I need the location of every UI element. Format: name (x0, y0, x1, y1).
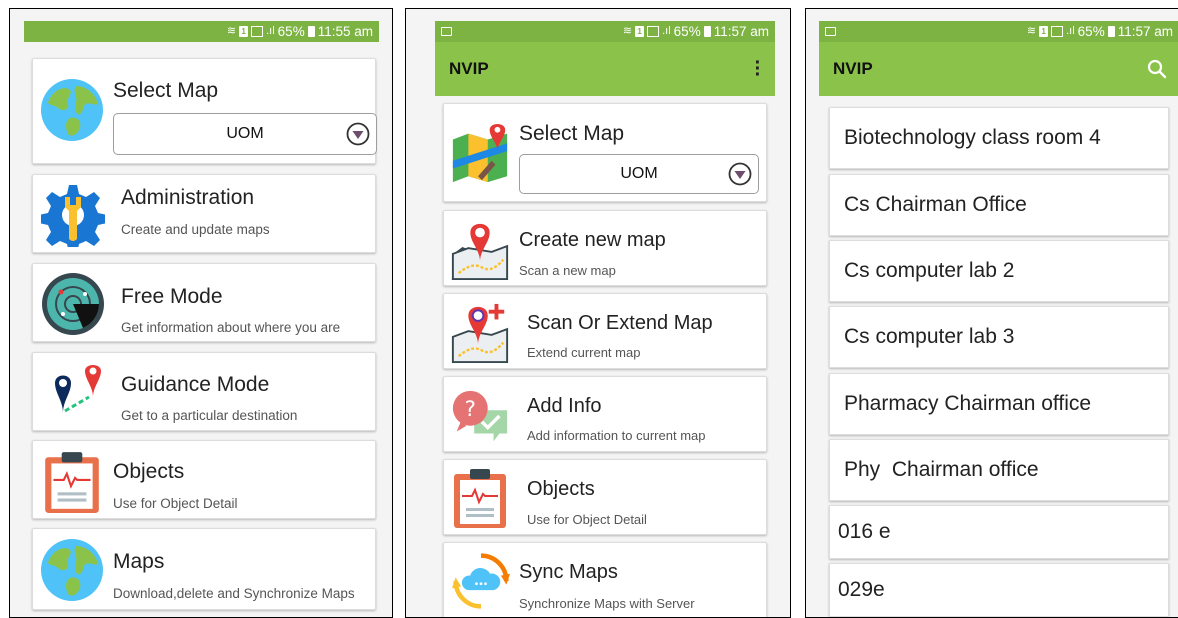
menu-item-subtitle: Extend current map (527, 345, 641, 360)
app-title: NVIP (833, 59, 873, 78)
menu-item-title: Objects (527, 478, 595, 500)
image-notification-icon (441, 27, 452, 36)
menu-item-subtitle: Get information about where you are (121, 320, 341, 335)
battery-icon (703, 26, 711, 37)
signal-bars-icon: .ıl (662, 25, 671, 37)
battery-percent: 65% (1077, 24, 1105, 39)
map-select-dropdown[interactable]: UOM (113, 113, 377, 155)
menu-item-subtitle: Use for Object Detail (527, 512, 647, 527)
status-time: 11:57 am (713, 24, 769, 39)
list-item[interactable]: Biotechnology class room 4 (829, 107, 1169, 169)
menu-item-title: Scan Or Extend Map (527, 312, 713, 334)
list-item[interactable]: Pharmacy Chairman office (829, 373, 1169, 435)
menu-item-free-mode[interactable]: Free Mode Get information about where yo… (32, 263, 376, 342)
menu-item-objects[interactable]: Objects Use for Object Detail (443, 459, 767, 535)
clipboard-icon (39, 449, 105, 515)
list-item[interactable]: Cs computer lab 2 (829, 240, 1169, 302)
map-icon (449, 122, 511, 184)
map-select-dropdown[interactable]: UOM (519, 154, 759, 194)
menu-item-objects[interactable]: Objects Use for Object Detail (32, 440, 376, 519)
search-icon[interactable] (1147, 59, 1167, 79)
menu-item-subtitle: Create and update maps (121, 222, 270, 237)
menu-item-add-info[interactable]: Add Info Add information to current map (443, 376, 767, 452)
menu-item-title: Objects (113, 460, 185, 483)
status-bar: ≋ 1 .ıl 65% 11:57 am (435, 21, 775, 42)
menu-item-subtitle: Synchronize Maps with Server (519, 596, 695, 611)
menu-item-administration[interactable]: Administration Create and update maps (32, 174, 376, 253)
app-bar: NVIP (819, 42, 1178, 96)
app-bar: NVIP · · · (435, 42, 775, 96)
phone-screen-object-list: ≋ 1 .ıl 65% 11:57 am NVIP Biotechnology … (805, 8, 1178, 618)
menu-item-subtitle: Get to a particular destination (121, 408, 298, 423)
list-item[interactable]: 029e (829, 563, 1169, 617)
menu-item-title: Maps (113, 550, 165, 573)
map-pin-icon (449, 219, 511, 281)
chevron-down-icon (346, 122, 370, 146)
menu-item-sync-maps[interactable]: Sync Maps Synchronize Maps with Server (443, 542, 767, 617)
globe-icon (40, 538, 104, 602)
menu-item-maps[interactable]: Maps Download,delete and Synchronize Map… (32, 528, 376, 610)
select-map-card: Select Map UOM (32, 58, 377, 164)
battery-percent: 65% (673, 24, 701, 39)
menu-item-scan-or-extend-map[interactable]: Scan Or Extend Map Extend current map (443, 293, 767, 369)
sim-icon: 1 (635, 26, 645, 37)
battery-icon (307, 26, 315, 37)
select-map-title: Select Map (113, 79, 219, 102)
signal-icon (647, 26, 660, 37)
list-item[interactable]: Phy Chairman office (829, 439, 1169, 501)
menu-item-title: Create new map (519, 229, 666, 251)
map-select-value: UOM (620, 165, 658, 182)
battery-percent: 65% (277, 24, 305, 39)
menu-item-guidance-mode[interactable]: Guidance Mode Get to a particular destin… (32, 352, 376, 431)
status-bar: ≋ 1 .ıl 65% 11:55 am (24, 21, 379, 42)
wifi-icon: ≋ (226, 25, 237, 37)
sim-icon: 1 (239, 26, 249, 37)
menu-item-subtitle: Add information to current map (527, 428, 706, 443)
more-options-icon[interactable]: · · · (753, 53, 763, 85)
chevron-down-icon (728, 162, 752, 186)
menu-item-subtitle: Use for Object Detail (113, 496, 238, 511)
sim-icon: 1 (1039, 26, 1049, 37)
menu-item-create-new-map[interactable]: Create new map Scan a new map (443, 210, 767, 286)
select-map-title: Select Map (519, 122, 625, 145)
menu-item-title: Free Mode (121, 285, 223, 308)
menu-item-title: Administration (121, 186, 255, 209)
status-bar: ≋ 1 .ıl 65% 11:57 am (819, 21, 1178, 42)
signal-icon (1051, 26, 1064, 37)
menu-item-subtitle: Scan a new map (519, 263, 616, 278)
map-select-value: UOM (226, 125, 264, 142)
chat-question-icon (449, 385, 511, 447)
select-map-card: Select Map UOM (443, 103, 767, 202)
signal-icon (251, 26, 264, 37)
app-title: NVIP (449, 59, 489, 78)
wifi-icon: ≋ (1026, 25, 1037, 37)
signal-bars-icon: .ıl (266, 25, 275, 37)
list-item[interactable]: Cs computer lab 3 (829, 306, 1169, 368)
map-pin-add-icon (449, 302, 511, 364)
wifi-icon: ≋ (622, 25, 633, 37)
battery-icon (1107, 26, 1115, 37)
signal-bars-icon: .ıl (1066, 25, 1075, 37)
globe-icon (40, 78, 104, 142)
list-item[interactable]: Cs Chairman Office (829, 174, 1169, 236)
cloud-sync-icon (452, 552, 510, 610)
status-time: 11:55 am (317, 24, 373, 39)
radar-icon (41, 272, 105, 336)
status-time: 11:57 am (1117, 24, 1173, 39)
menu-item-title: Guidance Mode (121, 373, 270, 396)
menu-item-title: Add Info (527, 395, 602, 417)
list-item[interactable]: 016 e (829, 505, 1169, 559)
menu-item-title: Sync Maps (519, 561, 618, 583)
menu-item-subtitle: Download,delete and Synchronize Maps (113, 586, 355, 601)
phone-screen-main-menu: ≋ 1 .ıl 65% 11:55 am Select Map UOM Admi… (9, 8, 393, 618)
phone-screen-administration: ≋ 1 .ıl 65% 11:57 am NVIP · · · Select Map… (405, 8, 791, 618)
gear-wrench-icon (41, 183, 105, 247)
clipboard-icon (448, 466, 512, 530)
image-notification-icon (825, 27, 836, 36)
map-pins-icon (41, 361, 105, 425)
